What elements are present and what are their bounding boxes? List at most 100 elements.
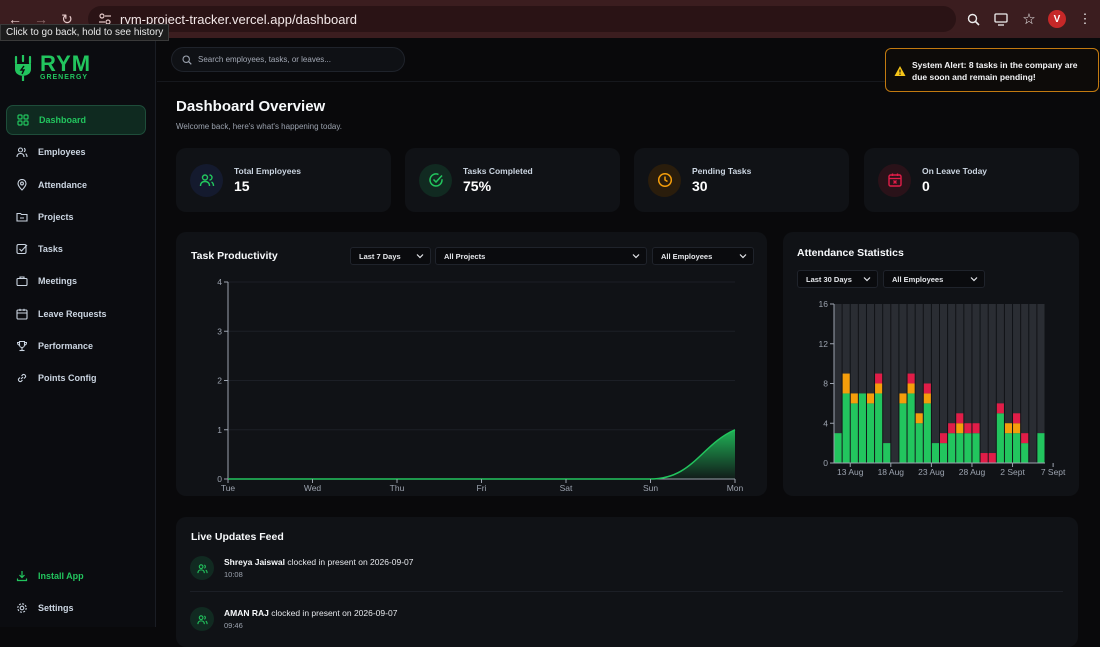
bar-segment — [1037, 433, 1045, 463]
bar-segment — [956, 433, 964, 463]
series-line — [228, 429, 736, 480]
bar-segment — [956, 413, 964, 424]
sidebar-item-attendance[interactable]: Attendance — [6, 170, 146, 200]
stat-label: Pending Tasks — [692, 166, 752, 176]
settings-button[interactable]: Settings — [6, 593, 146, 623]
logo[interactable]: RYM GRENERGY — [12, 51, 92, 81]
bar-segment — [842, 373, 850, 394]
page-title: Dashboard Overview — [176, 98, 326, 115]
profile-avatar[interactable]: V — [1048, 10, 1066, 28]
bar-segment — [940, 433, 948, 444]
bar-background — [883, 304, 891, 463]
y-tick-label: 1 — [217, 425, 222, 435]
stat-value: 75% — [463, 178, 492, 194]
more-menu-icon[interactable]: ⋮ — [1076, 10, 1094, 28]
bar-segment — [923, 383, 931, 394]
bar-segment — [875, 373, 883, 384]
bar-segment — [988, 453, 996, 463]
search-icon — [182, 54, 192, 65]
logo-title: RYM — [40, 51, 92, 76]
bar-background — [1029, 304, 1037, 463]
feed-divider — [190, 591, 1063, 592]
stat-card-on-leave: On Leave Today 0 — [864, 148, 1079, 212]
download-icon — [16, 570, 28, 582]
sidebar-item-label: Leave Requests — [38, 308, 107, 319]
y-tick-label: 0 — [823, 458, 828, 468]
attendance-statistics-card: Attendance Statistics Last 30 Days All E… — [783, 232, 1079, 496]
bar-segment — [1021, 433, 1029, 444]
users-icon — [190, 607, 214, 631]
bar-segment — [875, 383, 883, 394]
trophy-icon — [16, 340, 28, 352]
address-bar[interactable]: rym-project-tracker.vercel.app/dashboard — [88, 6, 956, 32]
search-input[interactable] — [198, 55, 388, 64]
task-productivity-chart: 01234Tue Wed Thu Fri Sat Sun Mon — [217, 277, 744, 493]
bar-background — [988, 304, 996, 463]
x-tick-label: Wed — [304, 483, 322, 493]
bar-background — [931, 304, 939, 463]
bar-segment — [899, 403, 907, 463]
logo-plug-icon — [14, 54, 32, 81]
feed-time: 10:08 — [224, 570, 243, 579]
sidebar-item-performance[interactable]: Performance — [6, 331, 146, 361]
bar-segment — [964, 423, 972, 434]
users-icon — [190, 163, 223, 197]
bookmark-star-icon[interactable]: ☆ — [1020, 10, 1038, 28]
stat-value: 15 — [234, 178, 250, 194]
bar-segment — [858, 393, 866, 463]
install-app-icon[interactable] — [992, 10, 1010, 28]
sidebar-item-projects[interactable]: Projects — [6, 202, 146, 232]
feed-time: 09:46 — [224, 621, 243, 630]
area-fill — [228, 429, 735, 479]
bar-segment — [1013, 423, 1021, 434]
system-alert-toast[interactable]: System Alert: 8 tasks in the company are… — [885, 48, 1099, 92]
bar-segment — [931, 443, 939, 463]
sidebar-item-label: Performance — [38, 341, 94, 352]
sidebar-item-meetings[interactable]: Meetings — [6, 266, 146, 296]
sidebar-item-employees[interactable]: Employees — [6, 137, 146, 167]
feed-user-name: AMAN RAJ — [224, 608, 269, 618]
x-tick-label: Mon — [727, 483, 744, 493]
sidebar-item-label: Tasks — [38, 244, 63, 255]
folder-icon — [16, 211, 28, 223]
y-tick-label: 8 — [823, 379, 828, 389]
bar-segment — [948, 433, 956, 463]
location-pin-icon — [16, 178, 28, 191]
bar-segment — [1021, 443, 1029, 463]
install-app-button[interactable]: Install App — [6, 561, 146, 591]
bar-segment — [875, 393, 883, 463]
stat-card-pending-tasks: Pending Tasks 30 — [634, 148, 849, 212]
sidebar-item-label: Meetings — [38, 276, 78, 287]
live-updates-card: Live Updates Feed Shreya Jaiswal clocked… — [176, 517, 1078, 647]
stat-value: 30 — [692, 178, 708, 194]
stat-value: 0 — [922, 178, 930, 194]
sidebar-item-leave-requests[interactable]: Leave Requests — [6, 299, 146, 329]
bar-segment — [883, 443, 891, 463]
system-alert-text: System Alert: 8 tasks in the company are… — [912, 60, 1078, 82]
feed-user-name: Shreya Jaiswal — [224, 557, 285, 567]
bar-segment — [972, 433, 980, 463]
calendar-icon — [16, 308, 28, 320]
bar-segment — [834, 433, 842, 463]
bar-segment — [923, 393, 931, 404]
bar-segment — [850, 393, 858, 404]
install-app-label: Install App — [38, 571, 84, 581]
bar-background — [980, 304, 988, 463]
zoom-icon[interactable] — [964, 10, 982, 28]
bar-segment — [948, 423, 956, 434]
sidebar-nav: Dashboard Employees Attendance Projects … — [6, 105, 146, 396]
bar-segment — [972, 423, 980, 434]
warning-icon — [894, 66, 906, 76]
sidebar-item-points-config[interactable]: Points Config — [6, 363, 146, 393]
sidebar-item-label: Attendance — [38, 179, 88, 190]
sidebar-item-label: Projects — [38, 211, 74, 222]
bar-segment — [1013, 433, 1021, 463]
attendance-chart: 0 4 8 12 16 13 Aug 18 Aug 23 Aug 28 Aug 2 Sept 7 S… — [819, 299, 1067, 477]
feed-item: AMAN RAJ clocked in present on 2026-09-0… — [190, 599, 397, 639]
search-box[interactable] — [171, 47, 405, 72]
x-tick-label: 7 Sept — [1041, 467, 1066, 477]
stat-card-total-employees: Total Employees 15 — [176, 148, 391, 212]
sidebar-item-tasks[interactable]: Tasks — [6, 234, 146, 264]
x-tick-label: Fri — [477, 483, 487, 493]
sidebar-item-dashboard[interactable]: Dashboard — [6, 105, 146, 135]
